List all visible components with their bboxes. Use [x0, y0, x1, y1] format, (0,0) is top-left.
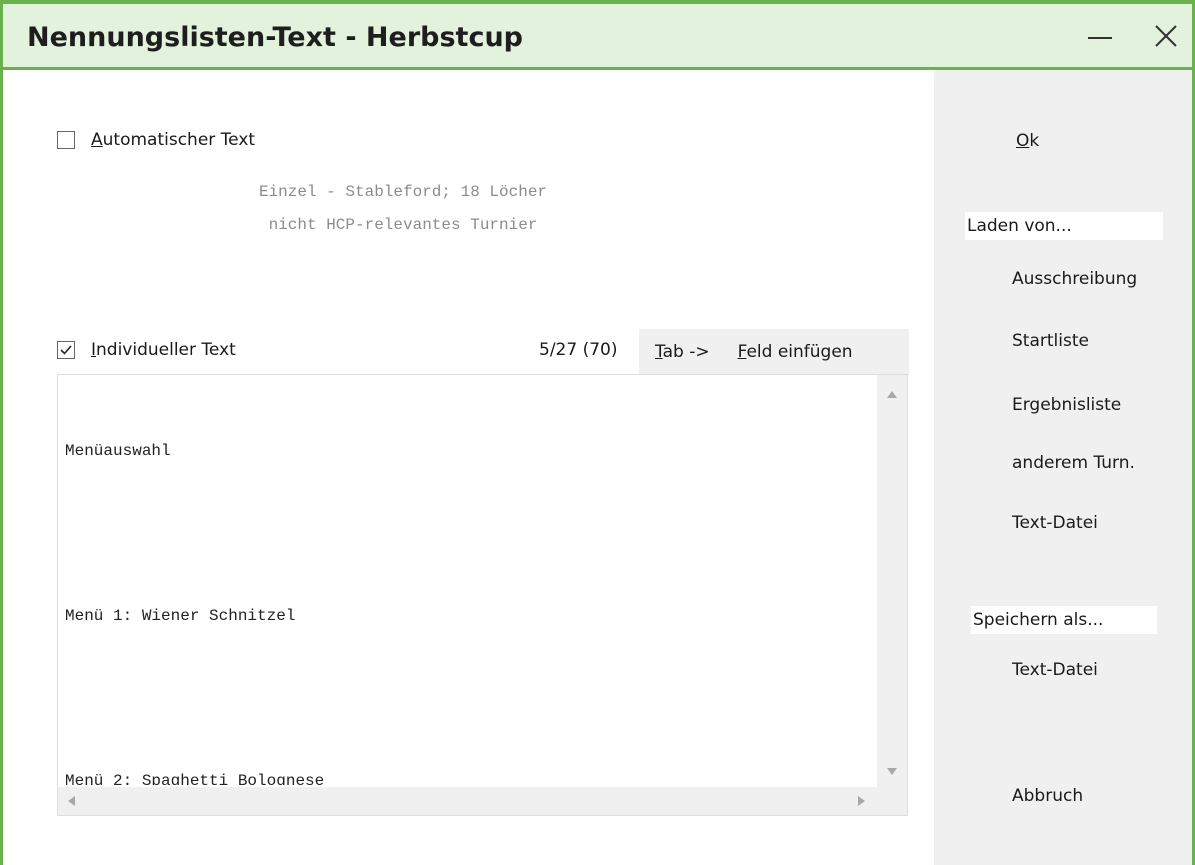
- individual-text-option[interactable]: Individueller Text: [57, 340, 236, 360]
- horizontal-scrollbar[interactable]: [58, 787, 877, 815]
- load-other-tournament-button[interactable]: anderem Turn.: [1012, 453, 1135, 473]
- auto-text-checkbox[interactable]: [57, 131, 75, 149]
- tab-button[interactable]: Tab ->: [655, 342, 710, 362]
- dialog-window: Nennungslisten-Text - Herbstcup Automati…: [0, 0, 1195, 865]
- auto-text-line: nicht HCP-relevantes Turnier: [268, 216, 538, 234]
- load-from-header: Laden von...: [965, 212, 1163, 240]
- scrollbar-corner: [877, 787, 907, 815]
- load-ausschreibung-button[interactable]: Ausschreibung: [1012, 269, 1137, 289]
- individual-text-editor[interactable]: Menüauswahl ​ Menü 1: Wiener Schnitzel ​…: [57, 374, 908, 816]
- editor-line: ​: [65, 686, 867, 714]
- scroll-left-icon[interactable]: [68, 796, 75, 806]
- scroll-up-icon[interactable]: [887, 391, 897, 398]
- vertical-scrollbar[interactable]: [877, 375, 907, 787]
- close-button[interactable]: [1143, 16, 1189, 56]
- load-startliste-button[interactable]: Startliste: [1012, 331, 1089, 351]
- save-as-header: Speichern als...: [971, 606, 1157, 634]
- save-text-file-button[interactable]: Text-Datei: [1012, 660, 1098, 680]
- auto-text-label: Automatischer Text: [91, 130, 256, 150]
- editor-content[interactable]: Menüauswahl ​ Menü 1: Wiener Schnitzel ​…: [65, 383, 867, 785]
- load-text-file-button[interactable]: Text-Datei: [1012, 513, 1098, 533]
- auto-text-preview: Einzel - Stableford; 18 Löcher nicht HCP…: [178, 176, 628, 242]
- title-bar: Nennungslisten-Text - Herbstcup: [3, 0, 1192, 70]
- scroll-down-icon[interactable]: [887, 768, 897, 775]
- cancel-button[interactable]: Abbruch: [1012, 786, 1083, 806]
- editor-line: Menüauswahl: [65, 442, 171, 460]
- ok-button[interactable]: Ok: [1016, 131, 1039, 151]
- minimize-icon: [1088, 37, 1112, 39]
- window-title: Nennungslisten-Text - Herbstcup: [27, 22, 524, 53]
- checkmark-icon: [60, 345, 72, 355]
- auto-text-line: Einzel - Stableford; 18 Löcher: [258, 183, 548, 201]
- scroll-right-icon[interactable]: [858, 796, 865, 806]
- editor-line: ​: [65, 521, 867, 549]
- individual-text-label: Individueller Text: [91, 340, 236, 360]
- load-ergebnisliste-button[interactable]: Ergebnisliste: [1012, 395, 1121, 415]
- individual-text-checkbox[interactable]: [57, 341, 75, 359]
- minimize-button[interactable]: [1077, 16, 1123, 56]
- editor-line: Menü 1: Wiener Schnitzel: [65, 607, 296, 625]
- close-icon: [1155, 25, 1177, 47]
- main-panel: Automatischer Text Einzel - Stableford; …: [3, 70, 933, 865]
- editor-line: Menü 2: Spaghetti Bolognese: [65, 772, 325, 785]
- insert-field-button[interactable]: Feld einfügen: [738, 342, 853, 362]
- sidebar: Ok Laden von... Ausschreibung Startliste…: [934, 70, 1192, 865]
- field-toolbar: Tab -> Feld einfügen: [639, 329, 909, 375]
- auto-text-option[interactable]: Automatischer Text: [57, 130, 255, 150]
- character-count: 5/27 (70): [539, 340, 618, 360]
